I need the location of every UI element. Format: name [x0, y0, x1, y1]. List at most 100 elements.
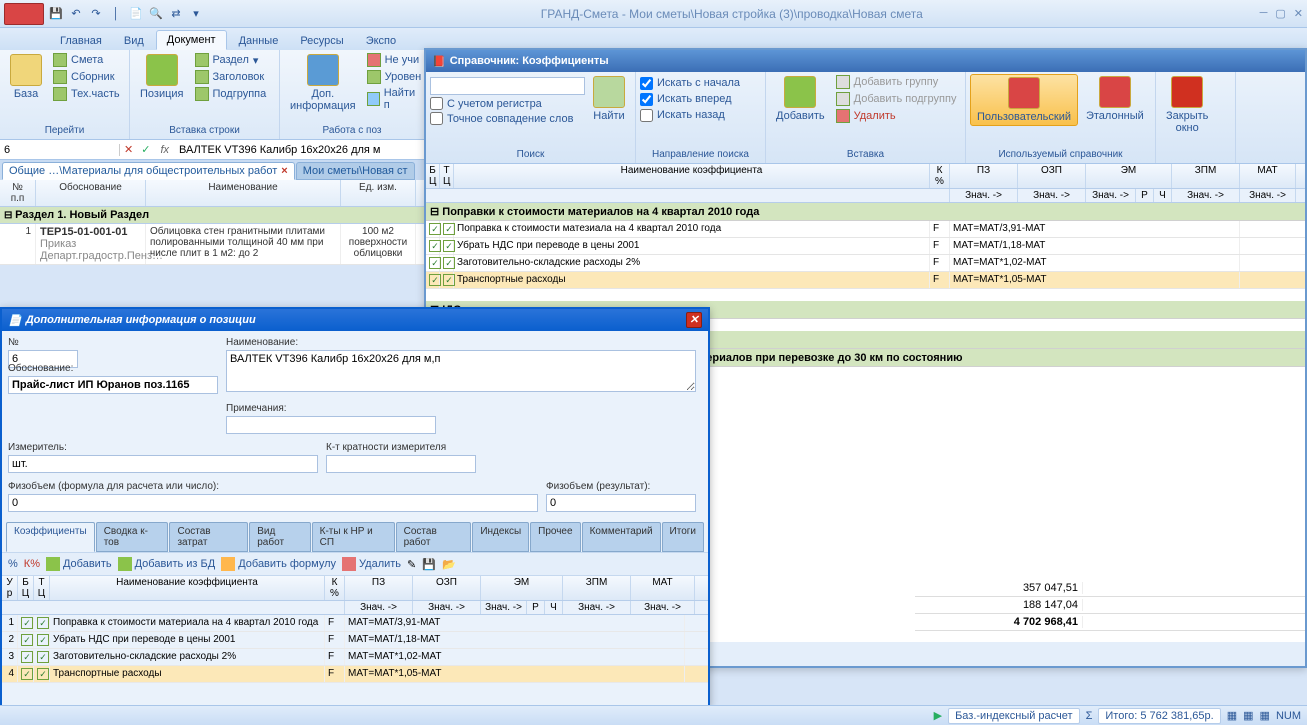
- book-user-icon: [1008, 77, 1040, 109]
- status-icon-1[interactable]: ▦: [1227, 709, 1237, 722]
- tab-view[interactable]: Вид: [114, 32, 154, 50]
- info-button[interactable]: Доп. информация: [284, 52, 362, 114]
- info-icon: [307, 54, 339, 86]
- tab-resources[interactable]: Ресурсы: [290, 32, 353, 50]
- search-back-checkbox[interactable]: [640, 109, 653, 122]
- case-checkbox[interactable]: [430, 97, 443, 110]
- dlg-toolbar: % К% Добавить Добавить из БД Добавить фо…: [2, 552, 708, 576]
- tab-export[interactable]: Экспо: [356, 32, 406, 50]
- ref-row[interactable]: ✓✓Убрать НДС при переводе в цены 2001FМА…: [426, 238, 1305, 255]
- flag-icon[interactable]: ▶: [934, 709, 942, 722]
- ref-header: БЦ ТЦ Наименование коэффициента К % ПЗ О…: [426, 164, 1305, 189]
- close-icon[interactable]: ✕: [1294, 7, 1303, 20]
- add-db-button[interactable]: Добавить из БД: [118, 557, 216, 571]
- section-button[interactable]: Раздел ▾: [192, 52, 270, 68]
- add-subgroup-button: Добавить подгруппу: [833, 91, 960, 107]
- maximize-icon[interactable]: ▢: [1275, 7, 1285, 20]
- prim-input[interactable]: [226, 416, 436, 434]
- delete-button[interactable]: Удалить: [833, 108, 960, 124]
- dlg-row[interactable]: 4✓✓Транспортные расходыFМАТ=МАТ*1,05-МАТ: [2, 666, 708, 683]
- window-title: ГРАНД-Смета - Мои сметы\Новая стройка (3…: [204, 7, 1260, 21]
- tab-main[interactable]: Главная: [50, 32, 112, 50]
- user-ref-button[interactable]: Пользовательский: [970, 74, 1078, 126]
- save-icon[interactable]: 💾: [422, 558, 436, 571]
- database-icon: [10, 54, 42, 86]
- dlg-close-icon[interactable]: ✕: [686, 312, 702, 328]
- title-bar: 💾 ↶ ↷ │ 📄 🔍 ⇄ ▾ ГРАНД-Смета - Мои сметы\…: [0, 0, 1307, 28]
- book-etalon-icon: [1099, 76, 1131, 108]
- ref-etalon-button[interactable]: Эталонный: [1080, 74, 1150, 124]
- ref-row[interactable]: ✓✓Поправка к стоимости матезиала на 4 кв…: [426, 221, 1305, 238]
- dlg-tab-coef[interactable]: Коэффициенты: [6, 522, 95, 552]
- subgroup-button[interactable]: Подгруппа: [192, 86, 270, 102]
- find-button[interactable]: Найти п: [364, 86, 425, 112]
- app-logo-icon[interactable]: [4, 3, 44, 25]
- find-icon[interactable]: 🔍: [148, 6, 164, 22]
- add-formula-button[interactable]: Добавить формулу: [221, 557, 336, 571]
- copy-icon[interactable]: 📄: [128, 6, 144, 22]
- undo-icon[interactable]: ↶: [68, 6, 84, 22]
- header-button[interactable]: Заголовок: [192, 69, 270, 85]
- osn-input[interactable]: [8, 376, 218, 394]
- delete-button[interactable]: Удалить: [342, 557, 401, 571]
- izm-input[interactable]: [8, 455, 318, 473]
- add-button[interactable]: Добавить: [46, 557, 112, 571]
- ref-row[interactable]: ✓✓Заготовительно-складские расходы 2%FМА…: [426, 255, 1305, 272]
- kt-input[interactable]: [326, 455, 476, 473]
- search-button[interactable]: Найти: [587, 74, 631, 124]
- fx-icon[interactable]: fx: [154, 144, 175, 156]
- noteach-button[interactable]: Не учи: [364, 52, 425, 68]
- dlg-row[interactable]: 1✓✓Поправка к стоимости материала на 4 к…: [2, 615, 708, 632]
- close-tab-icon[interactable]: ×: [281, 165, 287, 177]
- cell-ref[interactable]: 6: [0, 144, 120, 156]
- sep: │: [108, 6, 124, 22]
- status-icon-3[interactable]: ▦: [1260, 709, 1270, 722]
- save-icon[interactable]: 💾: [48, 6, 64, 22]
- base-button[interactable]: База: [4, 52, 48, 102]
- redo-icon[interactable]: ↷: [88, 6, 104, 22]
- dlg-grid-header: У р Б Ц Т Ц Наименование коэффициента К …: [2, 576, 708, 601]
- name-input[interactable]: ВАЛТЕК VT396 Калибр 16x20x26 для м,п: [226, 350, 696, 392]
- edit-icon[interactable]: ✎: [407, 558, 416, 571]
- close-x-icon: [1171, 76, 1203, 108]
- plus-icon: [146, 54, 178, 86]
- dlg-tabs: Коэффициенты Сводка к-тов Состав затрат …: [2, 522, 708, 552]
- close-ref-button[interactable]: Закрыть окно: [1160, 74, 1214, 136]
- dlg-row[interactable]: 3✓✓Заготовительно-складские расходы 2%FМ…: [2, 649, 708, 666]
- ref-group-row[interactable]: ⊟ Поправки к стоимости материалов на 4 к…: [426, 203, 1305, 221]
- accept-icon[interactable]: ✓: [137, 143, 154, 156]
- folder-icon[interactable]: 📂: [442, 558, 456, 571]
- kpercent-icon[interactable]: К%: [24, 558, 40, 570]
- replace-icon[interactable]: ⇄: [168, 6, 184, 22]
- tab-document[interactable]: Документ: [156, 30, 227, 50]
- position-button[interactable]: Позиция: [134, 52, 190, 102]
- binoculars-icon: [593, 76, 625, 108]
- add-group-button: Добавить группу: [833, 74, 960, 90]
- tab-data[interactable]: Данные: [229, 32, 289, 50]
- level-button[interactable]: Уровен: [364, 69, 425, 85]
- total: Итого: 5 762 381,65р.: [1098, 708, 1220, 724]
- smeta-button[interactable]: Смета: [50, 52, 123, 68]
- more-icon[interactable]: ▾: [188, 6, 204, 22]
- fizr-input[interactable]: [546, 494, 696, 512]
- search-start-checkbox[interactable]: [640, 77, 653, 90]
- calc-mode[interactable]: Баз.-индексный расчет: [948, 708, 1079, 724]
- minimize-icon[interactable]: ─: [1260, 7, 1268, 20]
- search-input[interactable]: [430, 77, 585, 95]
- exact-checkbox[interactable]: [430, 112, 443, 125]
- sheet-tab-1[interactable]: Общие …\Материалы для общестроительных р…: [2, 162, 295, 180]
- window-controls: ─ ▢ ✕: [1260, 7, 1303, 20]
- cancel-icon[interactable]: ✕: [120, 143, 137, 156]
- tech-button[interactable]: Тех.часть: [50, 86, 123, 102]
- fiz-input[interactable]: [8, 494, 538, 512]
- dlg-row[interactable]: 2✓✓Убрать НДС при переводе в цены 2001FМ…: [2, 632, 708, 649]
- sbornik-button[interactable]: Сборник: [50, 69, 123, 85]
- numlock: NUM: [1276, 710, 1301, 722]
- ref-row[interactable]: ✓✓Транспортные расходыFМАТ=МАТ*1,05-МАТ: [426, 272, 1305, 289]
- percent-icon[interactable]: %: [8, 558, 18, 570]
- group-caption: Перейти: [4, 124, 125, 137]
- add-button[interactable]: Добавить: [770, 74, 831, 124]
- sheet-tab-2[interactable]: Мои сметы\Новая ст: [296, 162, 415, 180]
- status-icon-2[interactable]: ▦: [1243, 709, 1253, 722]
- search-fwd-checkbox[interactable]: [640, 93, 653, 106]
